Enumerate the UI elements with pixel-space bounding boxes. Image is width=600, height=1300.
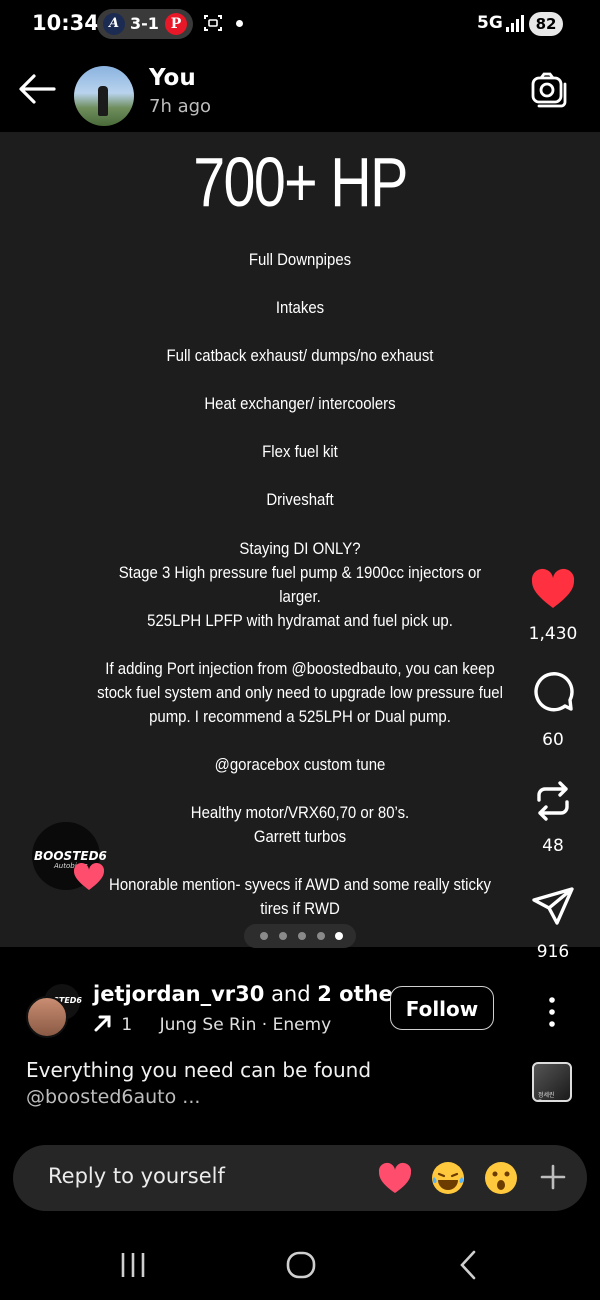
team-logo-right: P [165, 13, 187, 35]
carousel-indicator [244, 924, 356, 948]
story-line: 525LPH LPFP with hydramat and fuel pick … [147, 611, 453, 630]
home-icon[interactable] [284, 1248, 318, 1282]
follow-button[interactable]: Follow [390, 986, 494, 1030]
user-avatar[interactable] [26, 996, 68, 1038]
story-headline: 700+ HP [193, 143, 408, 221]
story-timestamp: 7h ago [149, 96, 212, 117]
logo-text: BOOSTED6 [34, 849, 107, 863]
story-line: Stage 3 High pressure fuel pump & 1900cc… [118, 563, 482, 582]
share-send-icon[interactable] [530, 884, 576, 930]
surprised-emoji-icon[interactable] [483, 1160, 519, 1196]
story-line: Staying DI ONLY? [239, 539, 361, 558]
story-line: pump. I recommend a 525LPH or Dual pump. [149, 707, 451, 726]
caption-mention[interactable]: @boosted6auto ... [26, 1086, 200, 1108]
carousel-dot [317, 932, 325, 940]
repost-arrow-icon [94, 1015, 111, 1032]
music-track: Jung Se Rin · Enemy [159, 1015, 332, 1035]
status-time: 10:34 [32, 11, 99, 35]
status-bar: 10:34 A 3-1 P 5G 82 [0, 0, 600, 50]
user-connector: and [264, 982, 318, 1006]
notification-dot-icon [236, 20, 243, 27]
recent-apps-icon[interactable] [116, 1248, 150, 1282]
heart-sticker-icon [73, 862, 105, 890]
post-users[interactable]: jetjordan_vr30 and 2 others [93, 982, 416, 1006]
comment-icon[interactable] [530, 672, 576, 718]
story-line: Garrett turbos [253, 827, 347, 846]
story-line: If adding Port injection from @boostedba… [105, 659, 495, 678]
story-line: tires if RWD [260, 899, 340, 918]
story-line: stock fuel system and only need to upgra… [97, 683, 503, 702]
story-line: Healthy motor/VRX60,70 or 80’s. [190, 803, 410, 822]
network-type: 5G [477, 13, 503, 33]
nav-back-icon[interactable] [452, 1248, 486, 1282]
repost-count-small: 1 [121, 1015, 133, 1035]
repost-count: 48 [542, 836, 564, 856]
story-line: Flex fuel kit [262, 442, 338, 461]
reply-input[interactable]: Reply to yourself [48, 1164, 225, 1188]
story-line: larger. [279, 587, 321, 606]
story-line: Honorable mention- syvecs if AWD and som… [109, 875, 491, 894]
story-line: Heat exchanger/ intercoolers [204, 394, 396, 413]
like-count: 1,430 [528, 624, 578, 644]
post-caption[interactable]: Everything you need can be found [26, 1058, 371, 1082]
story-author-name[interactable]: You [149, 65, 196, 91]
carousel-dot [279, 932, 287, 940]
heart-emoji-icon[interactable] [377, 1160, 413, 1196]
carousel-dot [298, 932, 306, 940]
battery-level: 82 [529, 12, 563, 36]
like-heart-icon[interactable] [530, 566, 576, 612]
live-score-pill[interactable]: A 3-1 P [97, 9, 193, 39]
user-primary[interactable]: jetjordan_vr30 [93, 982, 264, 1006]
team-logo-left: A [103, 13, 125, 35]
live-score: 3-1 [130, 14, 159, 33]
profile-avatar[interactable] [74, 66, 134, 126]
story-line: Intakes [275, 298, 325, 317]
back-arrow-icon[interactable] [18, 72, 56, 106]
story-line: Driveshaft [266, 490, 334, 509]
plus-icon[interactable] [540, 1164, 566, 1190]
music-thumbnail[interactable]: 정세린 Enemy [532, 1062, 572, 1102]
story-line: @goracebox custom tune [214, 755, 386, 774]
music-row[interactable]: 1 Jung Se Rin · Enemy [93, 1014, 331, 1035]
story-line: Full catback exhaust/ dumps/no exhaust [166, 346, 434, 365]
screenshot-icon [204, 15, 222, 31]
signal-icon [506, 15, 524, 32]
carousel-dot [260, 932, 268, 940]
share-count: 916 [536, 942, 570, 962]
comment-count: 60 [542, 730, 564, 750]
camera-icon[interactable] [530, 70, 568, 108]
repost-icon[interactable] [530, 778, 576, 824]
story-line: Full Downpipes [248, 250, 352, 269]
carousel-dot-active [335, 932, 343, 940]
thumb-text: 정세린 Enemy [538, 1092, 559, 1100]
laughing-emoji-icon[interactable] [430, 1160, 466, 1196]
more-options-icon[interactable] [540, 994, 564, 1030]
avatar-figure [98, 86, 108, 116]
